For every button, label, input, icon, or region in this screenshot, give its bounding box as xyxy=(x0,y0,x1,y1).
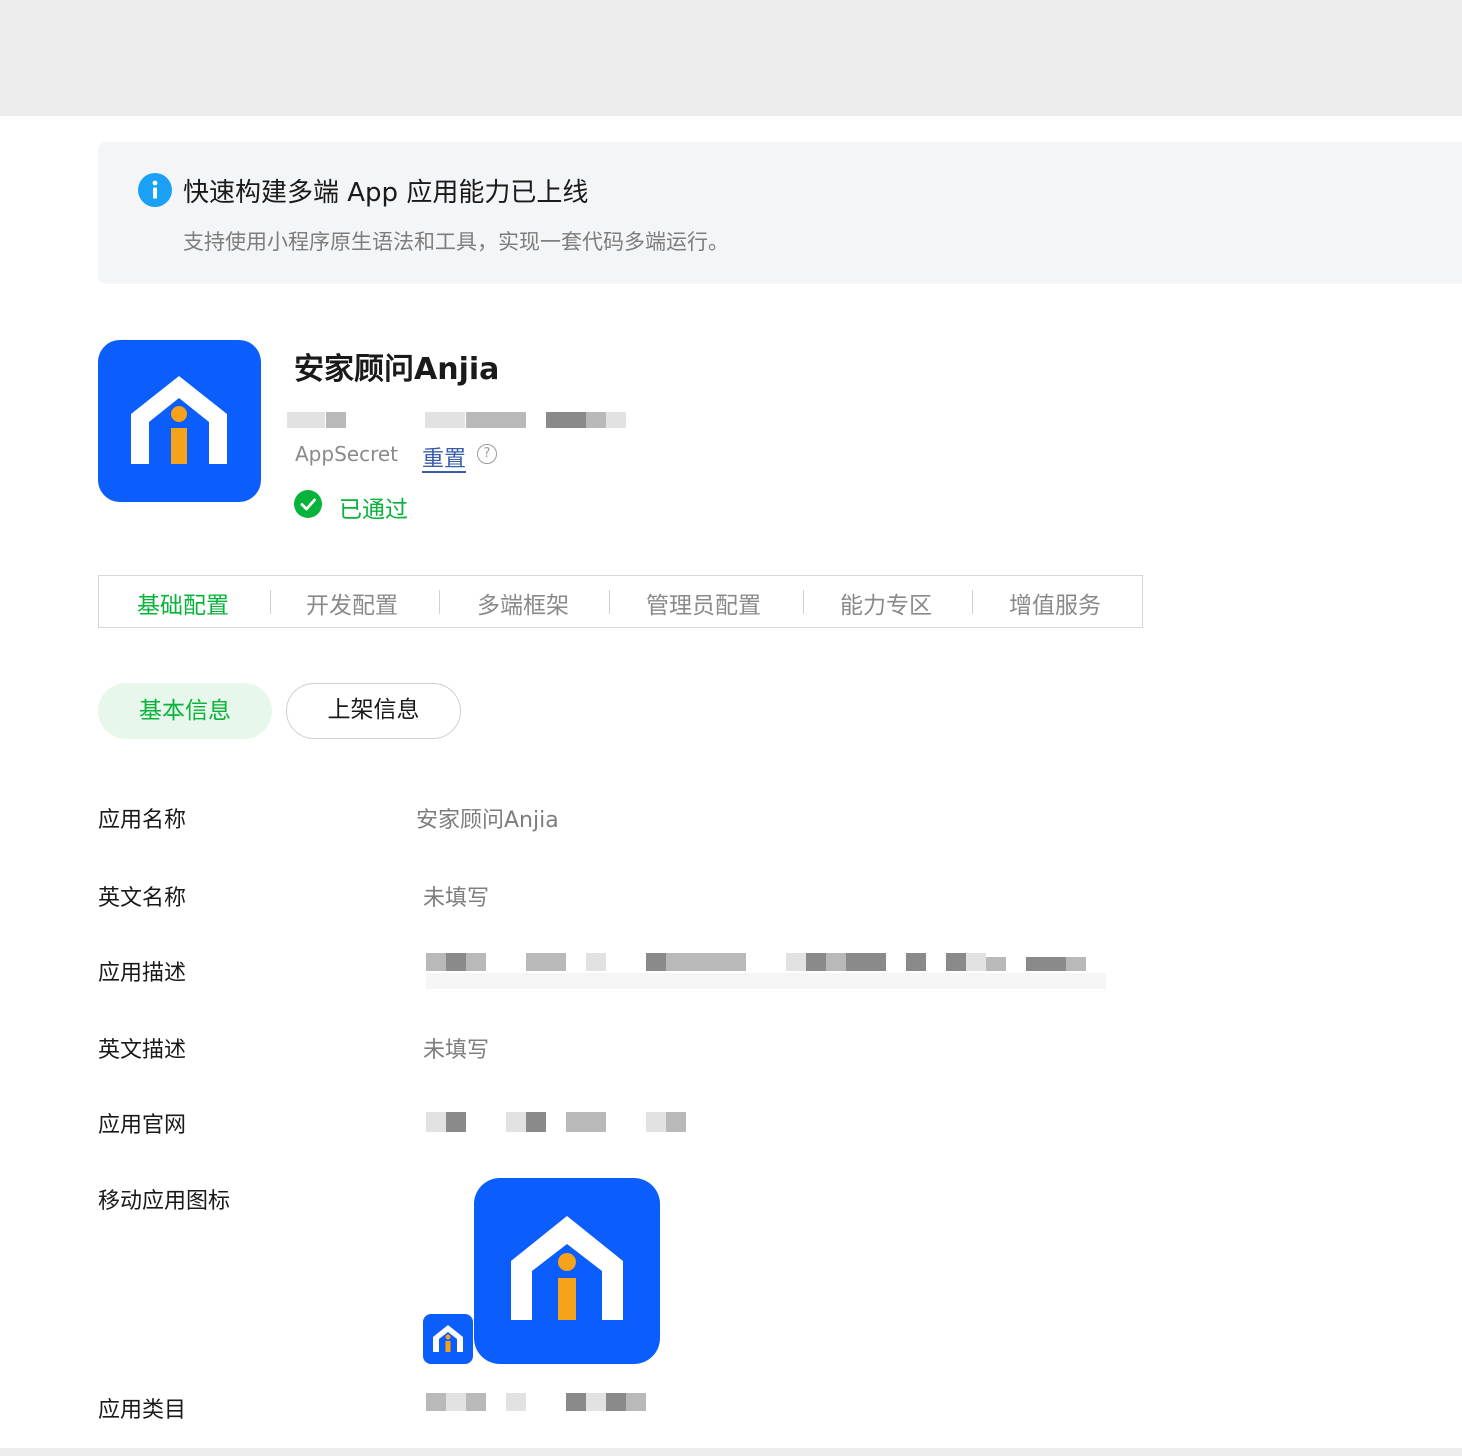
field-label-official-website: 应用官网 xyxy=(98,1113,187,1138)
tab-multi-platform[interactable]: 多端框架 xyxy=(477,586,569,620)
check-circle-icon xyxy=(294,490,322,518)
bottom-strip xyxy=(0,1448,1462,1456)
notice-description: 支持使用小程序原生语法和工具，实现一套代码多端运行。 xyxy=(183,230,729,254)
field-label-mobile-app-icon: 移动应用图标 xyxy=(98,1189,231,1214)
config-tabs: 基础配置 开发配置 多端框架 管理员配置 能力专区 增值服务 xyxy=(98,575,1143,628)
review-status: 已通过 xyxy=(339,497,408,523)
tab-divider xyxy=(803,590,804,614)
appsecret-label: AppSecret xyxy=(295,442,398,466)
field-label-english-description: 英文描述 xyxy=(98,1038,187,1063)
field-label-english-name: 英文名称 xyxy=(98,886,187,911)
subtab-listing-info[interactable]: 上架信息 xyxy=(286,683,461,739)
app-icon-large xyxy=(474,1178,660,1364)
field-value-app-name: 安家顾问Anjia xyxy=(416,808,559,833)
tab-dev-config[interactable]: 开发配置 xyxy=(306,586,398,620)
field-value-english-description: 未填写 xyxy=(423,1038,490,1063)
info-icon xyxy=(138,173,172,207)
tab-divider xyxy=(609,590,610,614)
notice-title: 快速构建多端 App 应用能力已上线 xyxy=(183,178,589,208)
tab-divider xyxy=(439,590,440,614)
top-header-bar xyxy=(0,0,1462,116)
field-label-app-description: 应用描述 xyxy=(98,961,187,986)
reset-appsecret-link[interactable]: 重置 xyxy=(422,441,466,473)
tab-divider xyxy=(972,590,973,614)
tab-value-added[interactable]: 增值服务 xyxy=(1009,586,1101,620)
main-panel xyxy=(0,116,1462,1448)
field-label-app-name: 应用名称 xyxy=(98,808,187,833)
tab-admin-config[interactable]: 管理员配置 xyxy=(646,586,761,620)
tab-basic-config[interactable]: 基础配置 xyxy=(137,586,229,620)
tab-divider xyxy=(270,590,271,614)
app-icon-small xyxy=(423,1314,473,1364)
field-label-app-category: 应用类目 xyxy=(98,1398,187,1423)
tab-capabilities[interactable]: 能力专区 xyxy=(840,586,932,620)
app-name: 安家顾问Anjia xyxy=(294,352,500,387)
notice-banner: 快速构建多端 App 应用能力已上线 支持使用小程序原生语法和工具，实现一套代码… xyxy=(98,142,1462,284)
app-logo xyxy=(98,340,261,502)
field-value-english-name: 未填写 xyxy=(423,886,490,911)
question-circle-icon[interactable]: ? xyxy=(477,444,497,464)
subtab-basic-info[interactable]: 基本信息 xyxy=(98,683,272,739)
